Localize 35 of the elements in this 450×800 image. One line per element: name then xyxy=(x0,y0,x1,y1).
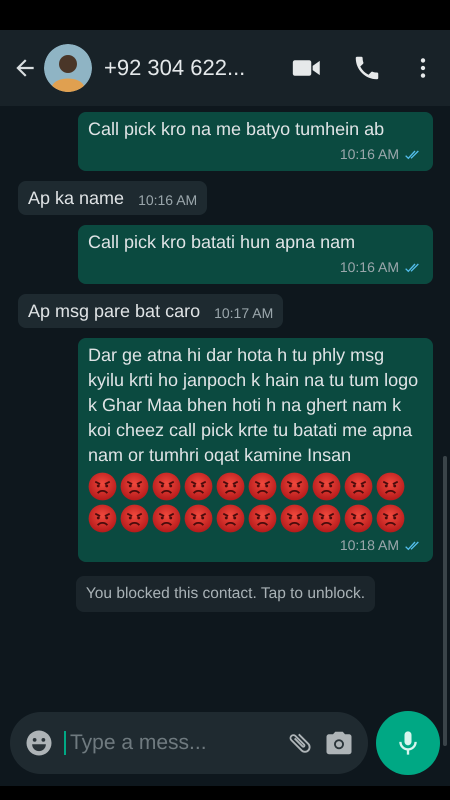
angry-face-icon xyxy=(280,504,309,533)
angry-face-icon xyxy=(120,472,149,501)
emoji-icon[interactable] xyxy=(24,728,54,758)
message-text: Call pick kro batati hun apna nam xyxy=(88,231,356,254)
angry-face-icon xyxy=(312,504,341,533)
angry-face-icon xyxy=(312,472,341,501)
angry-face-icon xyxy=(376,472,405,501)
message-text: Dar ge atna hi dar hota h tu phly msg kyilu krti ho janpoch k hain na tu tum logo k Ghar Maa bhen hoti h na ghert nam k koi cheez call pick krte tu batati me apna nam or tumhri oqat kamine Insan xyxy=(88,344,420,467)
angry-face-icon xyxy=(152,472,181,501)
message-time: 10:16 AM xyxy=(340,258,399,277)
avatar-icon[interactable] xyxy=(44,44,92,92)
angry-face-icon xyxy=(344,472,373,501)
angry-face-icon xyxy=(216,504,245,533)
message-text: Ap msg pare bat caro xyxy=(28,300,200,323)
angry-face-icon xyxy=(248,504,277,533)
blocked-notice[interactable]: You blocked this contact. Tap to unblock. xyxy=(76,576,376,612)
angry-face-icon xyxy=(344,504,373,533)
angry-face-icon xyxy=(88,472,117,501)
message-input[interactable]: Type a mess... xyxy=(64,731,276,755)
message-time: 10:16 AM xyxy=(340,145,399,164)
angry-face-icon xyxy=(216,472,245,501)
angry-face-icon xyxy=(248,472,277,501)
message-text: Ap ka name xyxy=(28,187,124,210)
message-text: Call pick kro na me batyo tumhein ab xyxy=(88,118,386,141)
contact-name[interactable]: +92 304 622... xyxy=(104,55,262,81)
message-time: 10:16 AM xyxy=(138,191,198,210)
angry-face-icon xyxy=(376,504,405,533)
angry-face-icon xyxy=(184,504,213,533)
angry-face-icon xyxy=(88,504,117,533)
angry-face-icon xyxy=(280,472,309,501)
angry-face-icon xyxy=(184,472,213,501)
message-time: 10:18 AM xyxy=(340,536,399,555)
angry-face-icon xyxy=(120,504,149,533)
angry-face-icon xyxy=(152,504,181,533)
message-time: 10:17 AM xyxy=(214,304,274,323)
